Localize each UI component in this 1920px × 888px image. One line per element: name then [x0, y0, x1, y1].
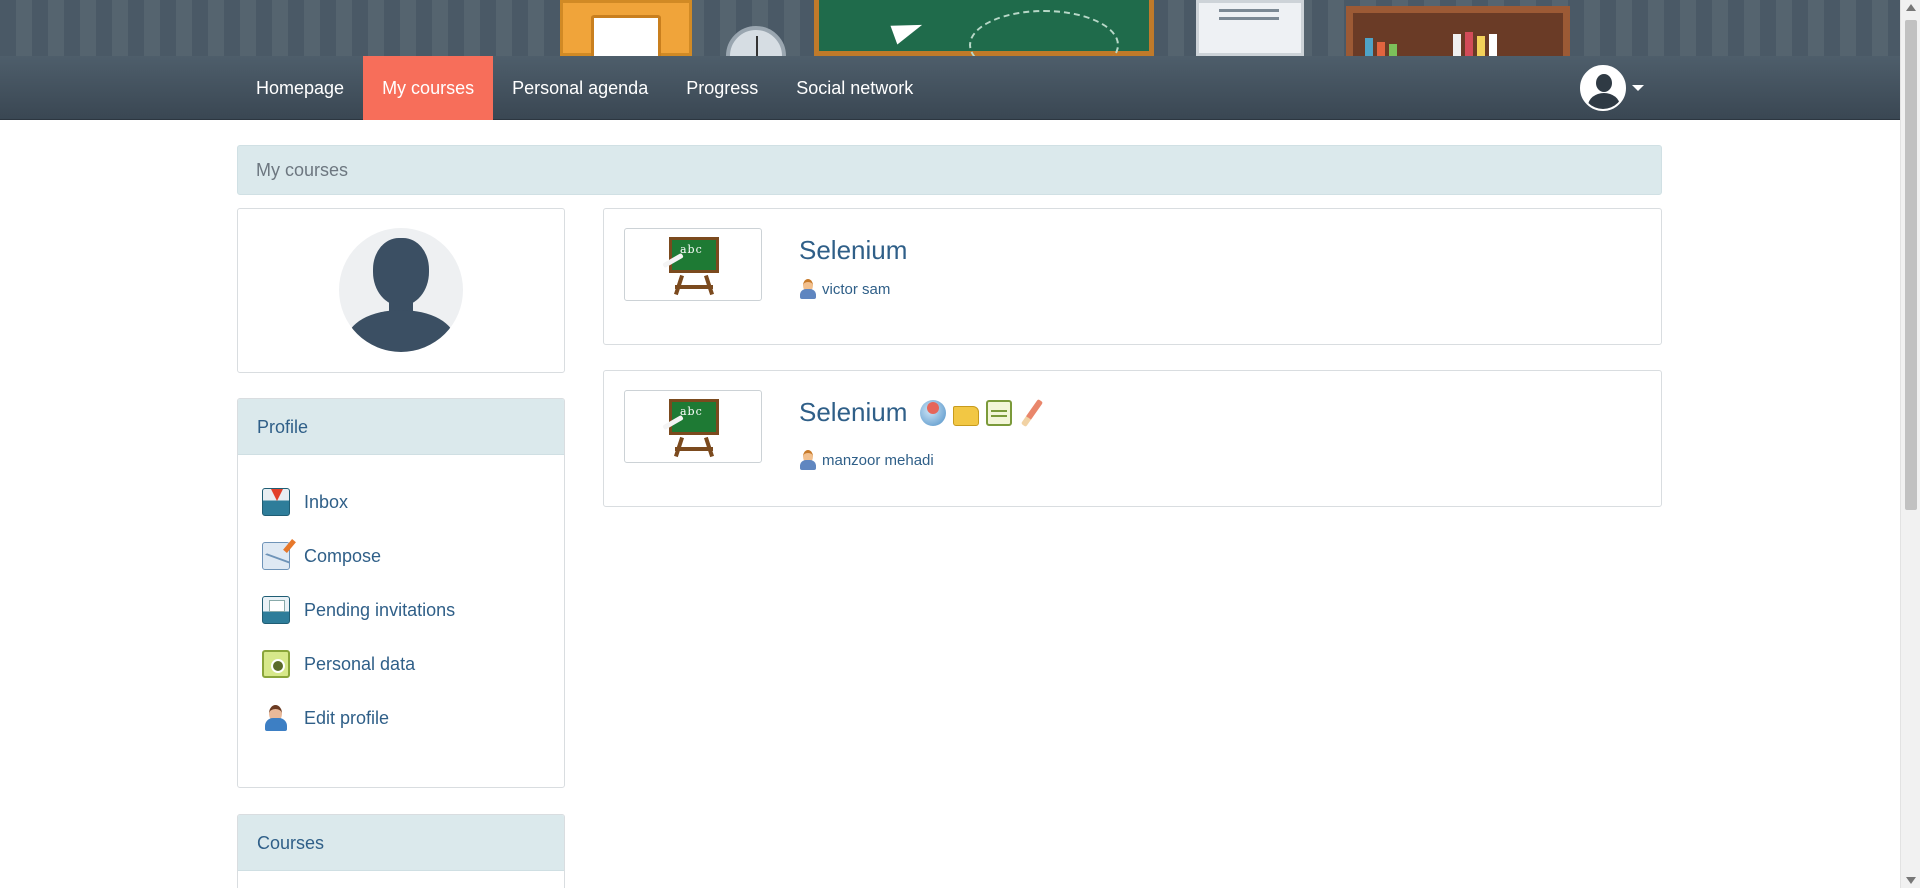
profile-panel-heading: Profile: [238, 399, 564, 455]
teacher-name-link[interactable]: victor sam: [822, 281, 890, 298]
nav-social-network[interactable]: Social network: [777, 56, 932, 120]
profile-panel: Profile Inbox Compose Pending invitation…: [237, 398, 565, 788]
banner-clock-illustration: [726, 26, 786, 56]
menu-item-pending-invitations[interactable]: Pending invitations: [238, 583, 564, 637]
personal-data-icon: [262, 650, 290, 678]
banner-bookshelf-illustration: [1346, 6, 1570, 56]
menu-item-label: Edit profile: [304, 707, 390, 728]
menu-item-compose[interactable]: Compose: [238, 529, 564, 583]
user-menu-dropdown[interactable]: [1580, 65, 1644, 111]
caret-down-icon: [1632, 85, 1644, 91]
profile-avatar-icon[interactable]: [339, 228, 463, 352]
profile-avatar-box: [237, 208, 565, 373]
course-teacher: victor sam: [799, 279, 890, 299]
edit-profile-icon: [262, 704, 290, 732]
nav-personal-agenda[interactable]: Personal agenda: [493, 56, 667, 120]
main-navbar: Homepage My courses Personal agenda Prog…: [0, 56, 1900, 120]
course-title-row: Selenium: [799, 235, 907, 266]
page-scrollbar[interactable]: [1900, 0, 1920, 888]
breadcrumb: My courses: [237, 145, 1662, 195]
scroll-up-arrow-icon[interactable]: [1906, 4, 1916, 11]
course-tools: [913, 399, 1045, 426]
course-thumbnail[interactable]: abc: [624, 390, 762, 463]
inbox-icon: [262, 488, 290, 516]
teacher-name-link[interactable]: manzoor mehadi: [822, 452, 934, 469]
course-card: abc Selenium manzoor mehadi: [603, 370, 1662, 507]
teacher-icon: [799, 279, 817, 299]
chalkboard-icon: abc: [662, 237, 719, 273]
menu-item-personal-data[interactable]: Personal data: [238, 637, 564, 691]
banner-chalkboard-illustration: [814, 0, 1154, 56]
user-avatar-icon: [1580, 65, 1626, 111]
course-title-link[interactable]: Selenium: [799, 235, 907, 266]
announcements-icon[interactable]: [920, 399, 947, 426]
scrollbar-thumb[interactable]: [1905, 20, 1917, 510]
banner-paper-illustration: [1196, 0, 1304, 56]
pending-invitations-icon: [262, 596, 290, 624]
course-title-row: Selenium: [799, 397, 1045, 428]
compose-icon: [262, 542, 290, 570]
courses-panel-heading: Courses: [238, 815, 564, 871]
menu-item-inbox[interactable]: Inbox: [238, 475, 564, 529]
header-banner: [0, 0, 1900, 56]
documents-icon[interactable]: [953, 405, 980, 426]
breadcrumb-current: My courses: [256, 160, 349, 180]
profile-menu: Inbox Compose Pending invitations Person…: [238, 455, 564, 745]
menu-item-edit-profile[interactable]: Edit profile: [238, 691, 564, 745]
banner-door-illustration: [560, 0, 692, 56]
menu-item-label: Inbox: [304, 491, 349, 512]
menu-item-label: Compose: [304, 545, 382, 566]
scroll-down-arrow-icon[interactable]: [1906, 877, 1916, 884]
chalkboard-icon: abc: [662, 399, 719, 435]
nav-homepage[interactable]: Homepage: [237, 56, 363, 120]
nav-menu: Homepage My courses Personal agenda Prog…: [237, 56, 932, 120]
assignments-icon[interactable]: [1019, 400, 1045, 426]
notebook-icon[interactable]: [986, 399, 1013, 426]
courses-panel: Courses: [237, 814, 565, 888]
menu-item-label: Pending invitations: [304, 599, 456, 620]
nav-my-courses[interactable]: My courses: [363, 56, 494, 120]
teacher-icon: [799, 450, 817, 470]
menu-item-label: Personal data: [304, 653, 416, 674]
course-card: abc Selenium victor sam: [603, 208, 1662, 345]
course-title-link[interactable]: Selenium: [799, 397, 907, 428]
nav-progress[interactable]: Progress: [667, 56, 777, 120]
course-teacher: manzoor mehadi: [799, 450, 934, 470]
course-thumbnail[interactable]: abc: [624, 228, 762, 301]
